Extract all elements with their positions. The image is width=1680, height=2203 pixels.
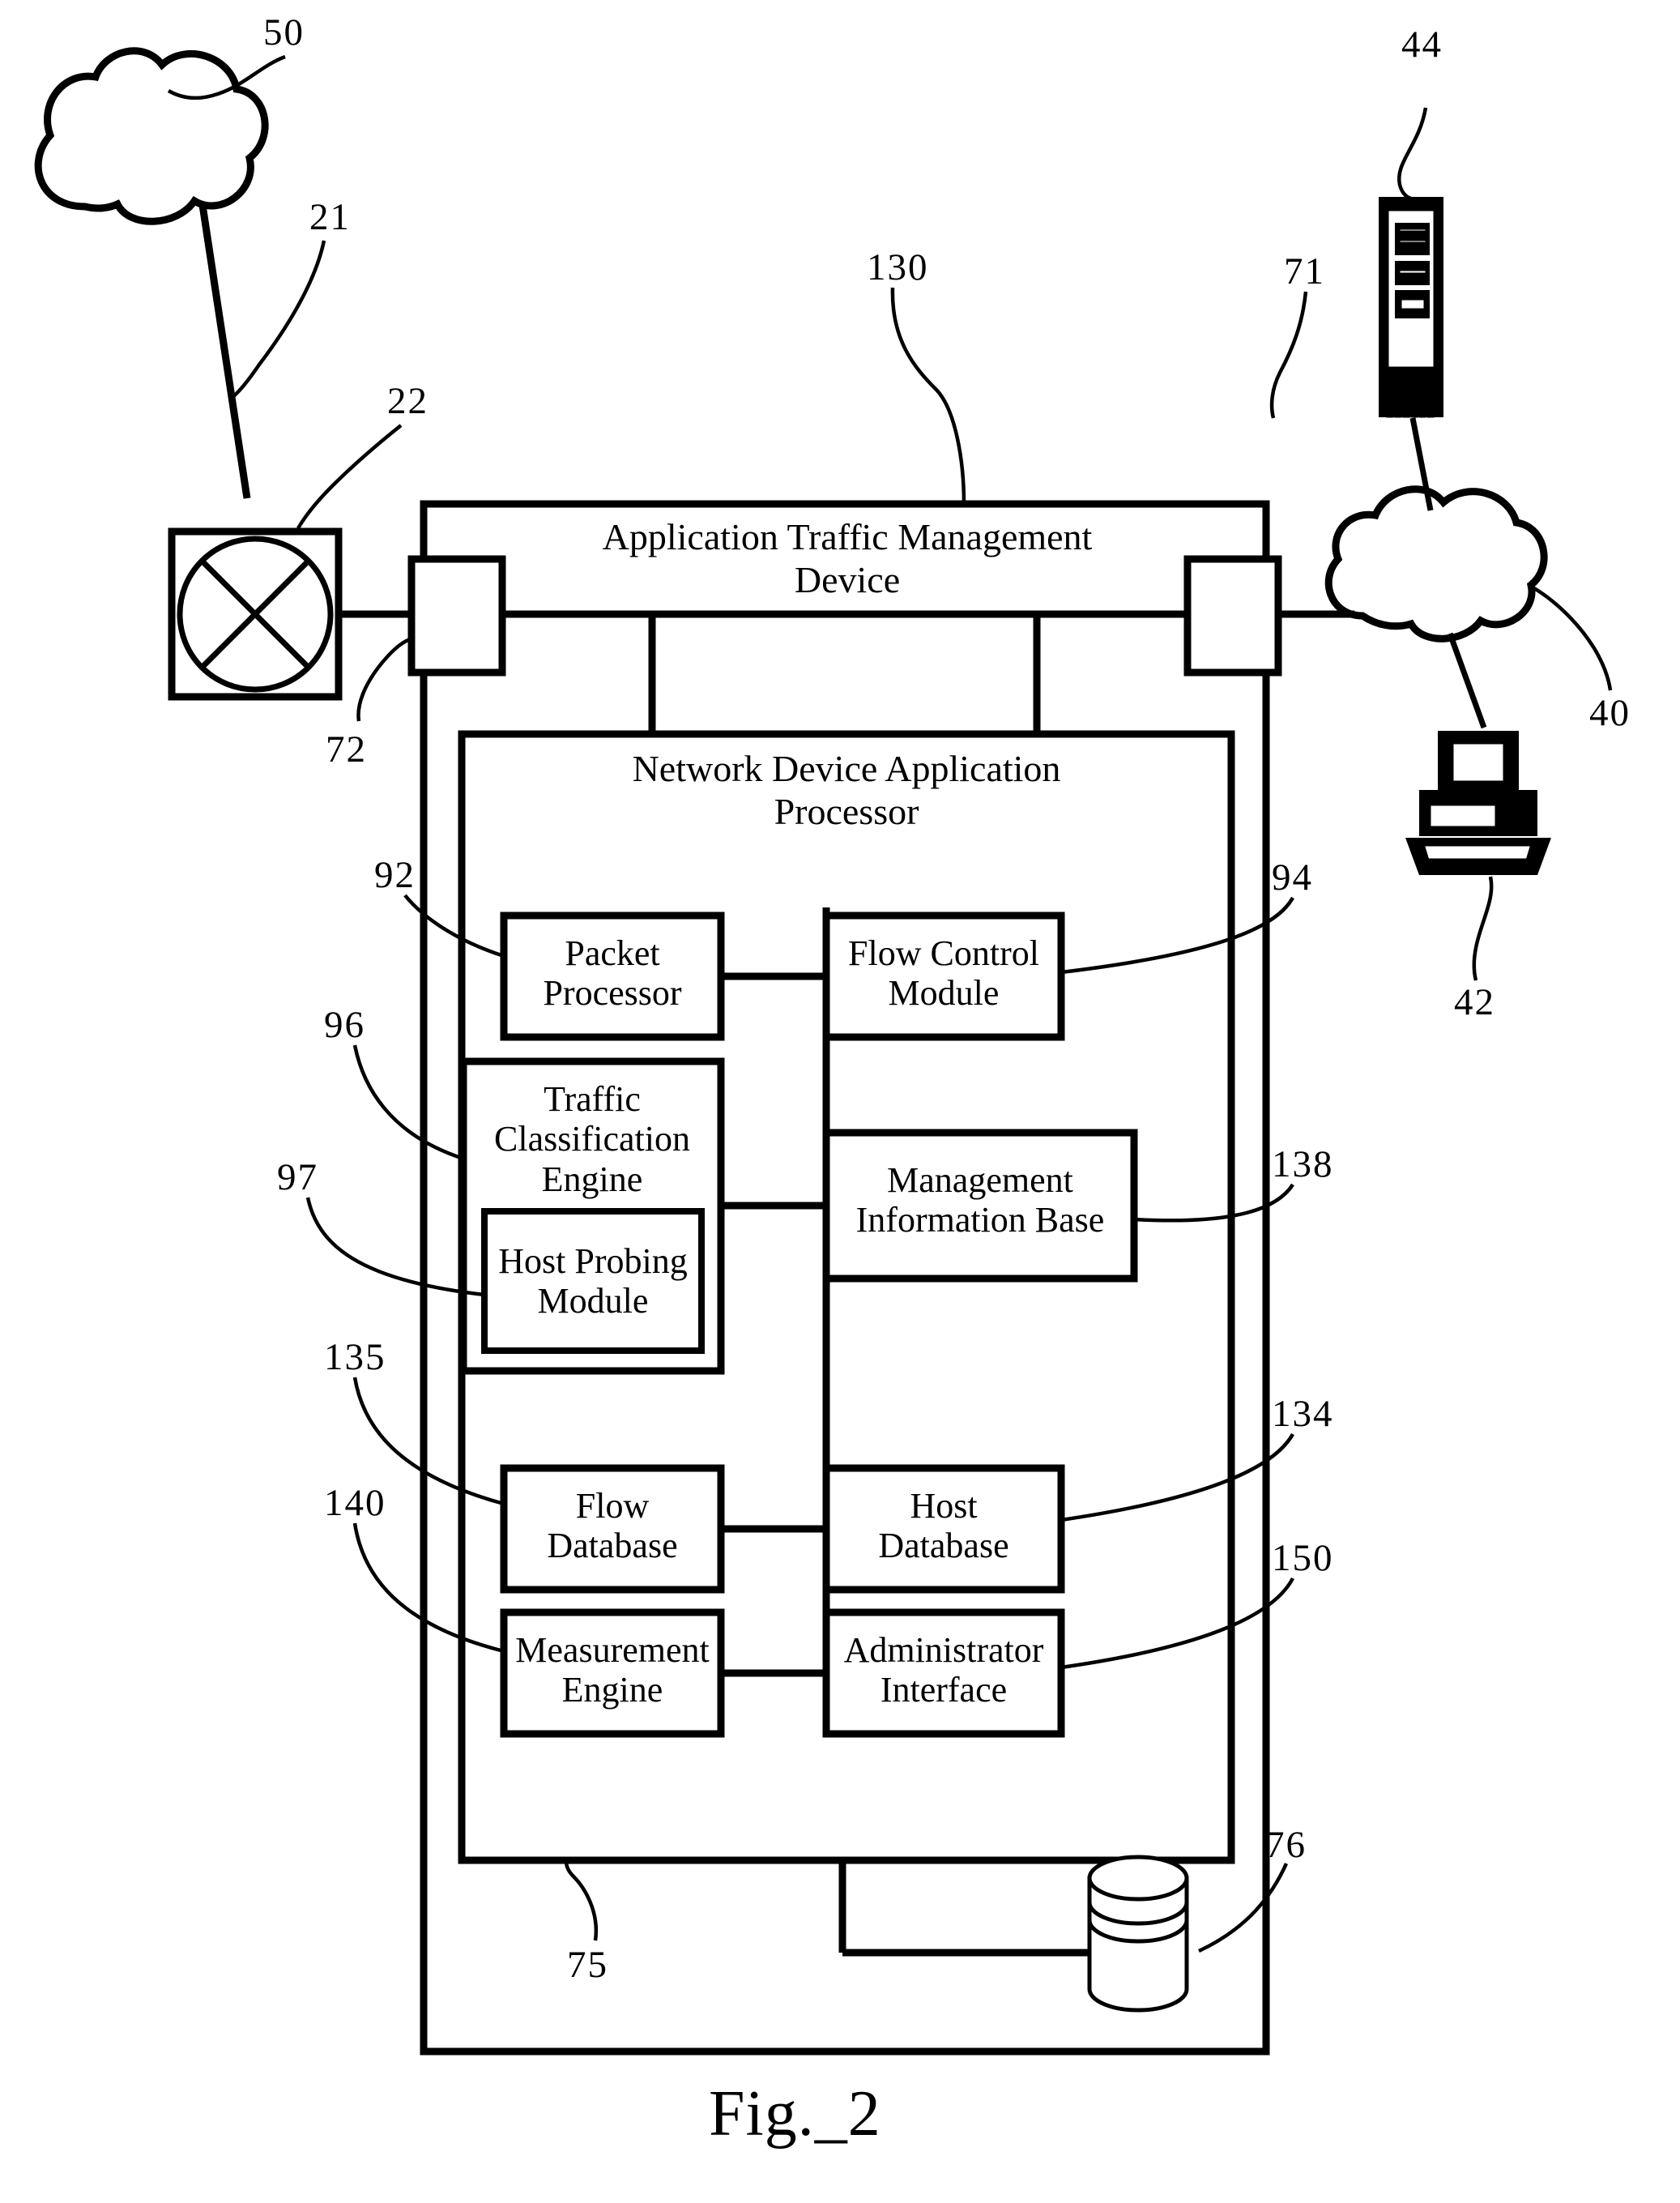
leader-72	[356, 635, 416, 722]
leader-44	[1396, 107, 1428, 201]
figure-drawing	[34, 47, 1613, 2056]
ref-134: 134	[1272, 1393, 1334, 1435]
host-probing-label: Host Probing Module	[484, 1241, 701, 1321]
host-probing-label-line1: Host Probing	[498, 1241, 688, 1281]
traffic-classification-label-line3: Engine	[541, 1159, 643, 1199]
packet-processor-label-line1: Packet	[565, 933, 660, 973]
processor-title: Network Device Application Processor	[486, 747, 1207, 834]
ref-21: 21	[309, 196, 351, 238]
ref-94: 94	[1272, 856, 1313, 899]
leader-76	[1198, 1863, 1289, 1953]
host-probing-label-line2: Module	[537, 1281, 649, 1321]
ref-40: 40	[1589, 692, 1631, 734]
leader-42	[1472, 876, 1494, 981]
packet-processor-label: Packet Processor	[504, 933, 721, 1014]
mib-label-line2: Information Base	[855, 1200, 1105, 1240]
packet-processor-label-line2: Processor	[543, 973, 682, 1014]
flow-control-label-line2: Module	[888, 973, 1000, 1014]
leader-22	[296, 424, 403, 530]
leader-71	[1269, 291, 1308, 419]
processor-title-line1: Network Device Application	[632, 748, 1061, 789]
router-icon	[168, 527, 343, 701]
device-title: Application Traffic Management Device	[475, 515, 1220, 602]
leader-97	[305, 1197, 485, 1297]
leader-130	[890, 287, 966, 505]
mib-label: Management Information Base	[821, 1160, 1139, 1240]
ref-71: 71	[1284, 250, 1325, 292]
ref-96: 96	[324, 1004, 365, 1046]
ref-42: 42	[1454, 981, 1495, 1023]
flow-database-label-line1: Flow	[575, 1486, 650, 1526]
ref-92: 92	[374, 854, 416, 896]
measurement-engine-label-line2: Engine	[561, 1670, 663, 1710]
cloud-icon-right	[1324, 485, 1548, 643]
ref-97: 97	[277, 1156, 318, 1198]
measurement-engine-label-line1: Measurement	[515, 1630, 710, 1670]
flow-control-label: Flow Control Module	[826, 933, 1061, 1014]
figure-caption: Fig._2	[709, 2078, 881, 2150]
traffic-classification-label-line2: Classification	[494, 1119, 690, 1159]
processor-title-line2: Processor	[774, 791, 919, 833]
ref-44: 44	[1401, 23, 1443, 66]
leader-50	[167, 54, 286, 100]
cloud-icon-left	[34, 47, 269, 225]
database-cylinder-icon	[1087, 1855, 1189, 2013]
flow-control-label-line1: Flow Control	[848, 933, 1039, 973]
link-server-to-cloud	[1409, 417, 1434, 511]
ref-22: 22	[387, 380, 429, 422]
administrator-interface-label: Administrator Interface	[823, 1630, 1064, 1710]
ref-76: 76	[1265, 1824, 1307, 1866]
server-tower-icon	[1379, 197, 1443, 418]
leader-96	[352, 1044, 464, 1161]
ref-75: 75	[567, 1944, 608, 1986]
ref-140: 140	[324, 1482, 386, 1524]
administrator-interface-label-line1: Administrator	[843, 1630, 1044, 1670]
traffic-classification-label: Traffic Classification Engine	[463, 1079, 721, 1199]
ref-135: 135	[324, 1336, 386, 1378]
ref-130: 130	[867, 246, 929, 288]
link-cloud-to-computer	[1447, 632, 1487, 729]
patent-figure-page: Application Traffic Management Device Ne…	[0, 0, 1680, 2203]
measurement-engine-label: Measurement Engine	[499, 1630, 726, 1710]
host-database-label-line1: Host	[910, 1486, 978, 1526]
administrator-interface-label-line2: Interface	[880, 1670, 1008, 1710]
leader-21	[229, 240, 326, 400]
desktop-computer-icon	[1405, 731, 1551, 875]
link-21-line	[198, 204, 251, 499]
ref-50: 50	[263, 11, 305, 53]
ref-138: 138	[1272, 1143, 1334, 1185]
traffic-classification-label-line1: Traffic	[544, 1079, 641, 1119]
flow-database-label: Flow Database	[504, 1486, 721, 1566]
mib-label-line1: Management	[887, 1160, 1073, 1200]
device-title-line1: Application Traffic Management	[602, 516, 1093, 557]
flow-database-label-line2: Database	[547, 1526, 678, 1566]
leader-75	[565, 1859, 599, 1941]
leader-40	[1533, 587, 1613, 691]
ref-150: 150	[1272, 1537, 1334, 1579]
ref-72: 72	[326, 728, 367, 771]
device-title-line2: Device	[794, 559, 901, 601]
host-database-label-line2: Database	[878, 1526, 1009, 1566]
host-database-label: Host Database	[826, 1486, 1061, 1566]
